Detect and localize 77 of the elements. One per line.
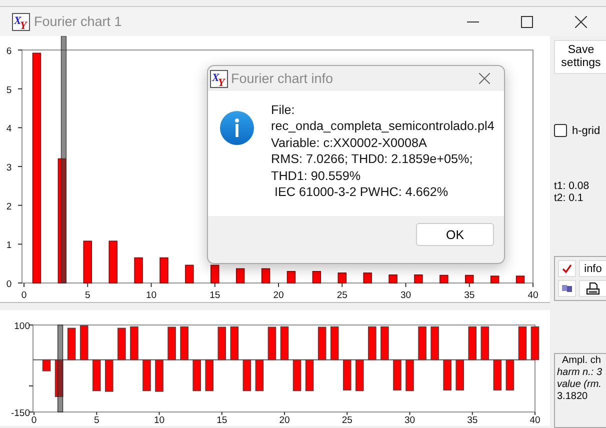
x-tick-label: 35 [467, 415, 478, 426]
x-tick-label: 25 [336, 290, 348, 301]
x-tick-label: 30 [404, 415, 416, 426]
readout-line: value (rm. [557, 379, 602, 391]
y-tick-label: 100 [14, 321, 30, 332]
x-tick-label: 30 [400, 290, 412, 301]
bar [210, 264, 220, 284]
bar [236, 268, 245, 284]
info-text: RMS: 7.0266; THD0: 2.1859e+05%; [271, 151, 474, 168]
cursor-readout: t1: 0.08 [554, 180, 590, 192]
y-tick-label: 6 [6, 46, 12, 57]
check-button[interactable] [558, 260, 576, 277]
close-icon[interactable] [575, 16, 587, 28]
check-icon [562, 264, 572, 274]
bar [516, 276, 525, 284]
printer-icon [586, 282, 600, 296]
cursor-readout: t2: 0.1 [554, 192, 584, 204]
close-icon[interactable] [479, 73, 490, 84]
print-button[interactable] [579, 280, 606, 297]
cursor-line[interactable] [60, 36, 66, 284]
bar [108, 240, 118, 284]
bar [261, 268, 270, 284]
info-text: Variable: c:XX0002-X0008A [271, 134, 428, 152]
info-button[interactable]: info [579, 260, 606, 277]
bar [465, 274, 474, 284]
info-text: THD1: 90.559% [271, 168, 362, 184]
info-text: IEC 61000-3-2 PWHC: 4.662% [273, 184, 450, 200]
xy-logo-icon: XY [12, 12, 30, 30]
y-tick-label: 3 [6, 162, 12, 174]
maximize-icon[interactable] [521, 16, 533, 28]
y-tick-label: -150 [10, 408, 30, 419]
copy-icon [562, 285, 572, 292]
x-tick-label: 0 [21, 290, 27, 301]
x-tick-label: 15 [210, 290, 220, 301]
x-tick-label: 5 [84, 290, 90, 301]
save-settings-button[interactable]: Save settings [554, 40, 606, 74]
bar [312, 271, 322, 284]
info-icon [220, 111, 254, 145]
bar [286, 271, 296, 284]
x-tick-label: 0 [31, 415, 37, 426]
readout-line: harm n.: 3 [557, 367, 604, 379]
y-tick-label: 0 [6, 279, 12, 290]
x-tick-label: 10 [146, 290, 157, 301]
bar [363, 272, 372, 284]
xy-logo-icon: XY [210, 70, 228, 88]
window-title: Fourier chart 1 [34, 14, 122, 29]
bar [414, 274, 423, 284]
x-tick-label: 20 [279, 415, 290, 426]
dialog-title: Fourier chart info [231, 71, 334, 86]
y-tick-label: 4 [6, 124, 12, 135]
ok-button[interactable]: OK [416, 223, 494, 246]
bar [83, 240, 92, 284]
bar [134, 257, 143, 284]
bar [388, 274, 398, 284]
y-tick-label: 1 [6, 240, 12, 252]
panel-title: Ampl. ch [561, 355, 602, 367]
x-tick-label: 20 [273, 290, 284, 301]
x-tick-label: 5 [94, 415, 100, 426]
x-tick-label: 40 [528, 290, 538, 301]
bar [160, 257, 168, 284]
info-text: rec_onda_completa_semicontrolado.pl4 [271, 118, 494, 135]
checkbox[interactable] [554, 124, 567, 137]
info-text: File: [271, 102, 296, 118]
x-tick-label: 10 [154, 415, 165, 426]
bar [440, 274, 448, 284]
checkbox-label: h-grid [572, 124, 600, 136]
bar [338, 272, 346, 284]
readout-line: 3.1820 [557, 391, 589, 403]
y-tick-label: 2 [6, 201, 12, 212]
bar [185, 264, 194, 284]
bar [490, 276, 500, 284]
y-tick-label: 5 [6, 84, 12, 96]
x-tick-label: 40 [530, 415, 540, 426]
copy-button[interactable] [558, 280, 576, 297]
x-tick-label: 15 [216, 415, 228, 426]
x-tick-label: 25 [342, 415, 352, 426]
x-tick-label: 35 [464, 290, 475, 301]
